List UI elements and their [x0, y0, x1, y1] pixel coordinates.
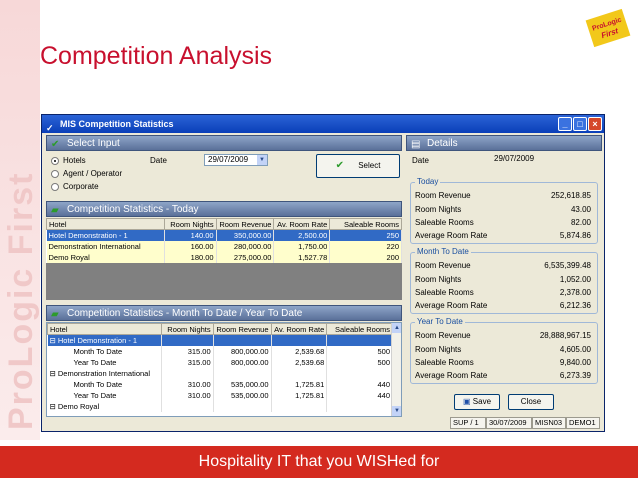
scroll-up-icon[interactable]: ▲ [392, 323, 401, 333]
collapse-icon[interactable]: ⊟ [50, 369, 58, 378]
col-room-nights[interactable]: Room Nights [163, 218, 217, 230]
close-window-button[interactable]: × [588, 117, 602, 131]
table-row[interactable]: Demonstration International 160.00 280,0… [46, 240, 402, 252]
tree-row[interactable]: Year To Date 315.00 800,000.00 2,539.68 … [47, 356, 393, 368]
today-stats-header: ▰ Competition Statistics - Today [46, 201, 402, 217]
save-button[interactable]: ▣ Save [454, 394, 500, 410]
slide-footer: Hospitality IT that you WISHed for [0, 446, 638, 478]
tree-row[interactable]: Year To Date 310.00 535,000.00 1,725.81 … [47, 389, 393, 401]
scroll-down-icon[interactable]: ▼ [392, 406, 401, 416]
ytd-group: Year To Date Room Revenue 28,888,967.15 … [410, 317, 598, 384]
date-input[interactable]: 29/07/2009 ▼ [204, 154, 268, 166]
col-saleable-rooms[interactable]: Saleable Rooms [326, 323, 393, 335]
tree-row[interactable]: Month To Date 315.00 800,000.00 2,539.68… [47, 345, 393, 357]
col-hotel[interactable]: Hotel [47, 323, 162, 335]
side-bar: ProLogic First [0, 0, 40, 440]
select-input-panel: Hotels Agent / Operator Corporate Date 2… [46, 152, 402, 204]
today-grid: Hotel Room Nights Room Revenue Av. Room … [46, 218, 402, 263]
details-header: ▤ Details [406, 135, 602, 151]
details-date-value: 29/07/2009 [494, 154, 535, 163]
details-date-label: Date [412, 156, 429, 165]
tree-row[interactable]: ⊟ Hotel Demonstration - 1 [47, 334, 393, 346]
col-room-revenue[interactable]: Room Revenue [215, 218, 275, 230]
radio-corporate-label: Corporate [63, 182, 99, 191]
radio-corporate[interactable] [51, 183, 59, 191]
status-date: 30/07/2009 [486, 417, 532, 429]
chevron-down-icon[interactable]: ▼ [257, 155, 267, 165]
col-saleable-rooms[interactable]: Saleable Rooms [329, 218, 402, 230]
tree-row[interactable]: Month To Date 310.00 535,000.00 1,725.81… [47, 378, 393, 390]
mtd-grid: Hotel Room Nights Room Revenue Av. Room … [47, 323, 393, 412]
col-room-nights[interactable]: Room Nights [160, 323, 214, 335]
select-input-header: ✔ Select Input [46, 135, 402, 151]
today-group: Today Room Revenue 252,618.85 Room Night… [410, 177, 598, 244]
maximize-button[interactable]: □ [573, 117, 587, 131]
document-icon: ▤ [411, 139, 421, 150]
radio-hotels-label: Hotels [63, 156, 86, 165]
col-hotel[interactable]: Hotel [46, 218, 165, 230]
tree-row[interactable]: ⊟ Demonstration International [47, 367, 393, 379]
vertical-scrollbar[interactable]: ▲ ▼ [391, 323, 401, 416]
mis-window: ✓ MIS Competition Statistics _ □ × ✔ Sel… [41, 114, 605, 432]
status-module: MISN03 [532, 417, 566, 429]
select-button[interactable]: ✔ Select [316, 154, 400, 178]
chart-icon: ▰ [51, 205, 59, 216]
radio-agent-label: Agent / Operator [63, 169, 123, 178]
check-icon: ✔ [335, 160, 344, 171]
collapse-icon[interactable]: ⊟ [50, 402, 58, 411]
tree-row[interactable]: ⊟ Demo Royal [47, 400, 393, 412]
prologic-logo: ProLogic First [585, 8, 631, 48]
mtd-stats-header: ▰ Competition Statistics - Month To Date… [46, 305, 402, 321]
status-bar: SUP / 1 30/07/2009 MISN03 DEMO1 [406, 417, 602, 429]
status-property: DEMO1 [566, 417, 600, 429]
chart-icon: ▰ [51, 309, 59, 320]
window-titlebar[interactable]: ✓ MIS Competition Statistics _ □ × [42, 115, 604, 133]
date-label: Date [150, 156, 167, 165]
col-room-revenue[interactable]: Room Revenue [212, 323, 272, 335]
floppy-disk-icon: ▣ [462, 397, 471, 406]
radio-hotels[interactable] [51, 157, 59, 165]
minimize-button[interactable]: _ [558, 117, 572, 131]
watermark: ProLogic First [2, 171, 40, 430]
slide-title: Competition Analysis [40, 42, 273, 70]
close-button[interactable]: Close [508, 394, 554, 410]
mtd-tree-grid: Hotel Room Nights Room Revenue Av. Room … [46, 322, 402, 417]
check-icon: ✔ [51, 139, 60, 150]
radio-agent-operator[interactable] [51, 170, 59, 178]
details-panel: Date 29/07/2009 Today Room Revenue 252,6… [406, 152, 602, 417]
table-row[interactable]: Demo Royal 180.00 275,000.00 1,527.78 20… [46, 251, 402, 263]
mtd-group: Month To Date Room Revenue 6,535,399.48 … [410, 247, 598, 314]
window-title: MIS Competition Statistics [60, 119, 174, 129]
col-av-room-rate[interactable]: Av. Room Rate [270, 323, 328, 335]
collapse-icon[interactable]: ⊟ [50, 336, 58, 345]
status-user: SUP / 1 [450, 417, 486, 429]
col-av-room-rate[interactable]: Av. Room Rate [273, 218, 331, 230]
table-row[interactable]: Hotel Demonstration - 1 140.00 350,000.0… [46, 229, 402, 241]
